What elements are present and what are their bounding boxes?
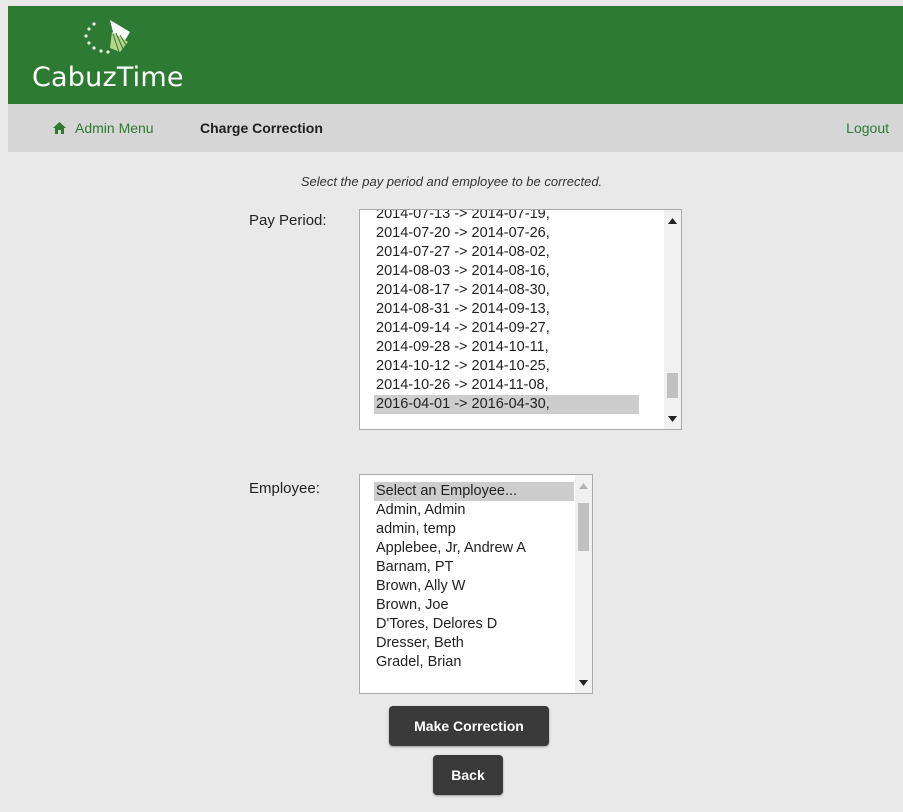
list-option[interactable]: Brown, Joe [374,596,574,615]
list-option[interactable]: 2014-10-12 -> 2014-10-25, [374,357,639,376]
scroll-thumb[interactable] [667,373,678,398]
list-option[interactable]: 2014-08-31 -> 2014-09-13, [374,300,639,319]
home-icon [53,122,66,134]
list-option[interactable]: 2014-07-27 -> 2014-08-02, [374,243,639,262]
scroll-down-icon[interactable] [575,674,592,691]
admin-menu-label: Admin Menu [75,120,154,136]
employee-options: Select an Employee... Admin, Admin admin, … [374,482,574,672]
app-name: CabuzTime [32,62,184,93]
logout-link[interactable]: Logout [846,120,889,136]
pay-period-label: Pay Period: [249,212,327,229]
list-option[interactable]: Applebee, Jr, Andrew A [374,539,574,558]
list-option[interactable]: D'Tores, Delores D [374,615,574,634]
nav-bar: Admin Menu Charge Correction Logout [8,104,903,152]
scroll-thumb[interactable] [578,503,589,551]
employee-scrollbar[interactable] [575,475,592,693]
make-correction-button[interactable]: Make Correction [389,706,549,746]
current-page-label: Charge Correction [200,120,323,136]
pay-period-options: 2014-07-13 -> 2014-07-19, 2014-07-20 -> 2… [374,210,639,414]
list-option[interactable]: 2014-07-13 -> 2014-07-19, [374,210,639,224]
list-option[interactable]: Dresser, Beth [374,634,574,653]
scroll-up-icon[interactable] [664,212,681,229]
list-option[interactable]: Admin, Admin [374,501,574,520]
back-button[interactable]: Back [433,755,503,795]
list-option[interactable]: 2014-09-28 -> 2014-10-11, [374,338,639,357]
pay-period-scrollbar[interactable] [664,210,681,429]
scroll-up-icon[interactable] [575,477,592,494]
admin-menu-link[interactable]: Admin Menu [53,120,154,136]
list-option[interactable]: 2014-08-17 -> 2014-08-30, [374,281,639,300]
list-option[interactable]: 2014-07-20 -> 2014-07-26, [374,224,639,243]
list-option[interactable]: Barnam, PT [374,558,574,577]
employee-listbox[interactable]: Select an Employee... Admin, Admin admin, … [359,474,593,694]
list-option[interactable]: Brown, Ally W [374,577,574,596]
list-option[interactable]: Gradel, Brian [374,653,574,672]
logo-mark-icon [84,20,130,54]
list-option[interactable]: 2016-04-01 -> 2016-04-30, [374,395,639,414]
employee-label: Employee: [249,480,320,497]
list-option[interactable]: 2014-09-14 -> 2014-09-27, [374,319,639,338]
scroll-down-icon[interactable] [664,410,681,427]
instructions-text: Select the pay period and employee to be… [300,174,603,189]
list-option[interactable]: 2014-10-26 -> 2014-11-08, [374,376,639,395]
list-option[interactable]: admin, temp [374,520,574,539]
pay-period-listbox[interactable]: 2014-07-13 -> 2014-07-19, 2014-07-20 -> 2… [359,209,682,430]
app-header: CabuzTime [8,6,903,104]
list-option[interactable]: Select an Employee... [374,482,574,501]
list-option[interactable]: 2014-08-03 -> 2014-08-16, [374,262,639,281]
